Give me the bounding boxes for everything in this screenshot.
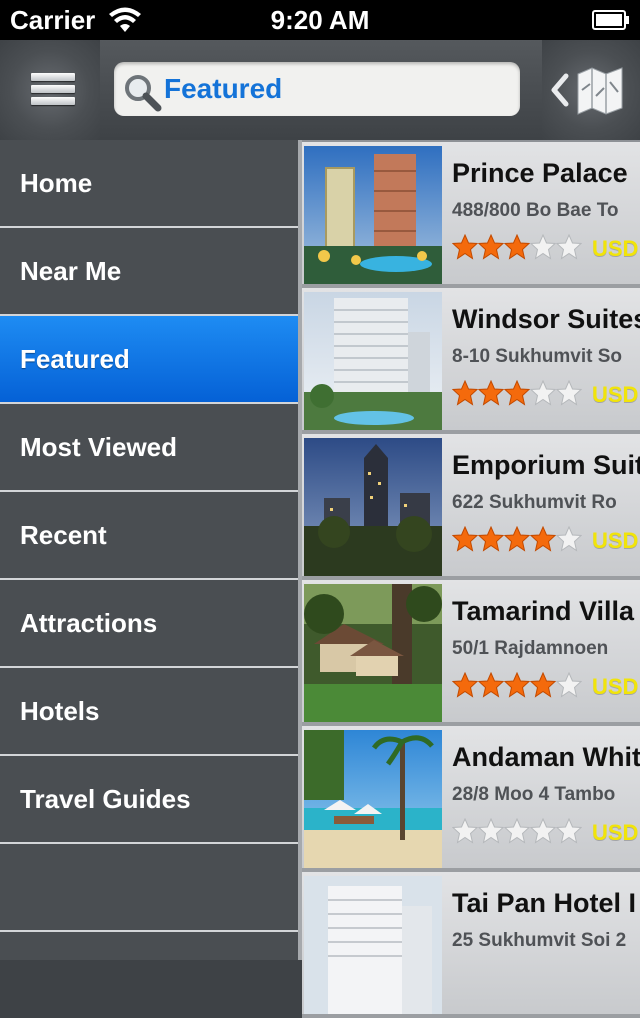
hotel-row[interactable]: Tamarind Villa 50/1 Rajdamnoen USD: [302, 580, 640, 726]
search-text: Featured: [164, 73, 283, 104]
search-icon: [125, 75, 162, 112]
star-empty-icon: [530, 818, 556, 844]
hotel-name: Tamarind Villa: [452, 596, 635, 626]
star-filled-icon: [504, 672, 530, 698]
clock-time: 9:20 AM: [270, 5, 370, 35]
status-bar: Carrier 9:20 AM: [0, 0, 640, 40]
menu-item-label: Near Me: [20, 256, 122, 286]
star-empty-icon: [530, 380, 556, 406]
menu-item-featured[interactable]: Featured: [0, 316, 298, 404]
star-filled-icon: [452, 234, 478, 260]
map-button[interactable]: [542, 40, 640, 140]
star-filled-icon: [530, 672, 556, 698]
star-empty-icon: [556, 818, 582, 844]
hotel-price: USD: [592, 382, 639, 407]
star-filled-icon: [478, 234, 504, 260]
star-empty-icon: [452, 818, 478, 844]
menu-divider: [0, 930, 298, 932]
hotel-photo: [304, 146, 442, 284]
hotel-row[interactable]: Andaman Whit 28/8 Moo 4 Tambo USD: [302, 726, 640, 872]
star-empty-icon: [504, 818, 530, 844]
hotel-address: 25 Sukhumvit Soi 2: [452, 930, 627, 951]
hotel-address: 28/8 Moo 4 Tambo: [452, 784, 616, 805]
hotel-photo: [304, 876, 442, 1014]
hamburger-icon: [31, 73, 75, 109]
menu-item-home[interactable]: Home: [0, 140, 298, 228]
star-filled-icon: [478, 672, 504, 698]
menu-item-most-viewed[interactable]: Most Viewed: [0, 404, 298, 492]
side-menu: Home Near Me Featured Most Viewed Recent…: [0, 140, 298, 960]
menu-item-label: Recent: [20, 520, 107, 550]
star-filled-icon: [504, 380, 530, 406]
hotel-name: Windsor Suites: [452, 304, 640, 334]
hotel-price: USD: [592, 236, 639, 261]
hotel-price: USD: [592, 820, 639, 845]
menu-toggle-button[interactable]: [0, 40, 100, 140]
hotel-photo: [304, 292, 442, 430]
hotel-price: USD: [592, 528, 639, 553]
hotel-address: 622 Sukhumvit Ro: [452, 492, 617, 513]
star-rating: [452, 526, 582, 552]
hotel-row[interactable]: Windsor Suites 8-10 Sukhumvit So USD: [302, 288, 640, 434]
hotel-address: 488/800 Bo Bae To: [452, 200, 619, 221]
star-filled-icon: [478, 526, 504, 552]
star-rating: [452, 234, 582, 260]
hotel-row[interactable]: Prince Palace 488/800 Bo Bae To USD: [302, 142, 640, 288]
map-icon: [551, 67, 623, 115]
menu-item-near-me[interactable]: Near Me: [0, 228, 298, 316]
star-filled-icon: [478, 380, 504, 406]
hotel-address: 50/1 Rajdamnoen: [452, 638, 609, 659]
battery-icon: [592, 10, 629, 30]
hotel-row[interactable]: Emporium Suit 622 Sukhumvit Ro USD: [302, 434, 640, 580]
star-empty-icon: [530, 234, 556, 260]
star-filled-icon: [504, 526, 530, 552]
menu-item-label: Featured: [20, 344, 130, 374]
menu-item-label: Hotels: [20, 696, 100, 726]
menu-item-label: Attractions: [20, 608, 158, 638]
hotel-photo: [304, 730, 442, 868]
star-empty-icon: [556, 526, 582, 552]
hotel-name: Andaman Whit: [452, 742, 640, 772]
nav-bar: Featured: [0, 40, 640, 140]
star-filled-icon: [452, 526, 478, 552]
star-rating: [452, 672, 582, 698]
search-field[interactable]: Featured: [114, 62, 520, 116]
star-filled-icon: [504, 234, 530, 260]
menu-item-hotels[interactable]: Hotels: [0, 668, 298, 756]
star-filled-icon: [530, 526, 556, 552]
menu-item-recent[interactable]: Recent: [0, 492, 298, 580]
star-filled-icon: [452, 380, 478, 406]
star-empty-icon: [556, 380, 582, 406]
star-rating: [452, 818, 582, 844]
star-empty-icon: [478, 818, 504, 844]
star-rating: [452, 380, 582, 406]
menu-item-label: Travel Guides: [20, 784, 191, 814]
hotel-row[interactable]: Tai Pan Hotel I 25 Sukhumvit Soi 2: [302, 872, 640, 1018]
star-empty-icon: [556, 672, 582, 698]
hotel-price: USD: [592, 674, 639, 699]
menu-item-attractions[interactable]: Attractions: [0, 580, 298, 668]
hotel-name: Tai Pan Hotel I: [452, 888, 637, 918]
hotel-photo: [304, 438, 442, 576]
hotel-name: Prince Palace: [452, 158, 628, 188]
star-filled-icon: [452, 672, 478, 698]
menu-item-travel-guides[interactable]: Travel Guides: [0, 756, 298, 844]
hotel-address: 8-10 Sukhumvit So: [452, 346, 622, 367]
star-empty-icon: [556, 234, 582, 260]
menu-item-label: Home: [20, 168, 93, 198]
hotel-photo: [304, 584, 442, 722]
menu-item-label: Most Viewed: [20, 432, 178, 462]
hotel-name: Emporium Suit: [452, 450, 640, 480]
